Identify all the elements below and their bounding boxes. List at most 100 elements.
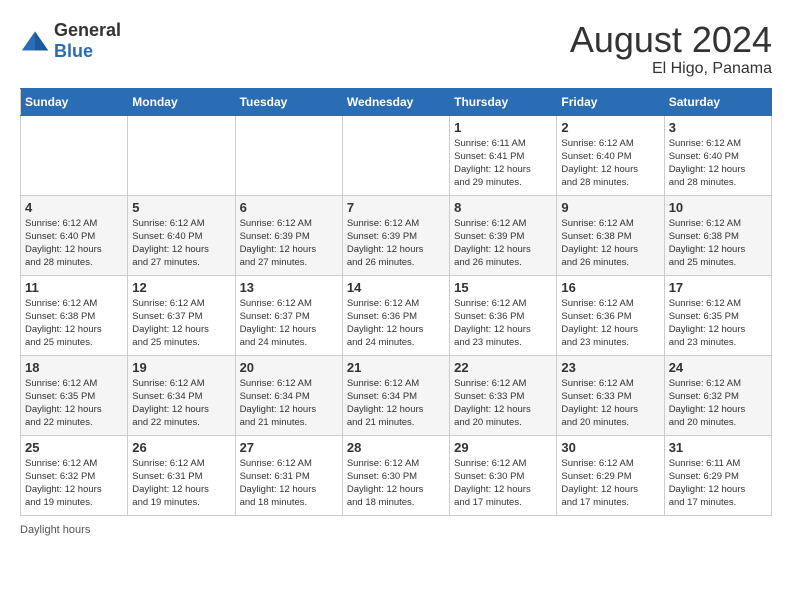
day-number: 20 [240,360,338,375]
day-info: Sunrise: 6:12 AM Sunset: 6:36 PM Dayligh… [454,297,552,350]
calendar-cell: 12Sunrise: 6:12 AM Sunset: 6:37 PM Dayli… [128,275,235,355]
page-header: General Blue August 2024 El Higo, Panama [20,20,772,78]
day-number: 21 [347,360,445,375]
day-info: Sunrise: 6:12 AM Sunset: 6:29 PM Dayligh… [561,457,659,510]
day-number: 10 [669,200,767,215]
calendar-cell: 7 Sunrise: 6:12 AM Sunset: 6:39 PM Daylig… [342,195,449,275]
day-number: 18 [25,360,123,375]
calendar-week-row: 11 Sunrise: 6:12 AM Sunset: 6:38 PM Dayli… [21,275,772,355]
day-info: Sunrise: 6:12 AM Sunset: 6:38 PM Dayligh… [25,297,123,350]
day-number: 13 [240,280,338,295]
calendar-cell: 13 Sunrise: 6:12 AM Sunset: 6:37 PM Dayli… [235,275,342,355]
calendar-cell: 23 Sunrise: 6:12 AM Sunset: 6:33 PM Dayli… [557,355,664,435]
day-number: 14 [347,280,445,295]
day-info: Sunrise: 6:12 AM Sunset: 6:37 PM Dayligh… [240,297,338,350]
calendar-week-row: 4 Sunrise: 6:12 AM Sunset: 6:40 PM Daylig… [21,195,772,275]
day-number: 16 [561,280,659,295]
day-number: 22 [454,360,552,375]
day-info: Sunrise: 6:12 AM Sunset: 6:33 PM Dayligh… [454,377,552,430]
day-number: 7 [347,200,445,215]
day-info: Sunrise: 6:12 AM Sunset: 6:40 PM Dayligh… [561,137,659,190]
day-info: Sunrise: 6:12 AM Sunset: 6:32 PM Dayligh… [25,457,123,510]
calendar-cell: 17Sunrise: 6:12 AM Sunset: 6:35 PM Dayli… [664,275,771,355]
day-info: Sunrise: 6:12 AM Sunset: 6:31 PM Dayligh… [240,457,338,510]
calendar-cell: 19 Sunrise: 6:12 AM Sunset: 6:34 PM Dayli… [128,355,235,435]
day-number: 1 [454,120,552,135]
calendar-cell: 6 Sunrise: 6:12 AM Sunset: 6:39 PM Daylig… [235,195,342,275]
calendar-cell: 26Sunrise: 6:12 AM Sunset: 6:31 PM Dayli… [128,435,235,515]
logo: General Blue [20,20,121,62]
calendar-cell: 25 Sunrise: 6:12 AM Sunset: 6:32 PM Dayli… [21,435,128,515]
daylight-label: Daylight hours [20,524,90,536]
day-info: Sunrise: 6:11 AM Sunset: 6:41 PM Dayligh… [454,137,552,190]
calendar-cell: 16 Sunrise: 6:12 AM Sunset: 6:36 PM Dayli… [557,275,664,355]
day-info: Sunrise: 6:12 AM Sunset: 6:31 PM Dayligh… [132,457,230,510]
day-info: Sunrise: 6:12 AM Sunset: 6:32 PM Dayligh… [669,377,767,430]
day-number: 30 [561,440,659,455]
calendar-week-row: 1 Sunrise: 6:11 AM Sunset: 6:41 PM Daylig… [21,115,772,195]
day-info: Sunrise: 6:12 AM Sunset: 6:35 PM Dayligh… [25,377,123,430]
day-number: 27 [240,440,338,455]
day-info: Sunrise: 6:12 AM Sunset: 6:36 PM Dayligh… [347,297,445,350]
calendar-header-row: SundayMondayTuesdayWednesdayThursdayFrid… [21,88,772,115]
logo-general: General [54,20,121,40]
calendar-day-header: Friday [557,88,664,115]
calendar-cell: 15 Sunrise: 6:12 AM Sunset: 6:36 PM Dayli… [450,275,557,355]
calendar-cell: 21 Sunrise: 6:12 AM Sunset: 6:34 PM Dayli… [342,355,449,435]
day-number: 23 [561,360,659,375]
day-info: Sunrise: 6:12 AM Sunset: 6:34 PM Dayligh… [347,377,445,430]
calendar-day-header: Wednesday [342,88,449,115]
calendar-cell: 4 Sunrise: 6:12 AM Sunset: 6:40 PM Daylig… [21,195,128,275]
day-info: Sunrise: 6:12 AM Sunset: 6:40 PM Dayligh… [132,217,230,270]
calendar-cell: 1 Sunrise: 6:11 AM Sunset: 6:41 PM Daylig… [450,115,557,195]
day-number: 17 [669,280,767,295]
calendar-cell: 28Sunrise: 6:12 AM Sunset: 6:30 PM Dayli… [342,435,449,515]
day-number: 24 [669,360,767,375]
calendar-cell: 31 Sunrise: 6:11 AM Sunset: 6:29 PM Dayli… [664,435,771,515]
day-number: 31 [669,440,767,455]
calendar-cell: 11 Sunrise: 6:12 AM Sunset: 6:38 PM Dayli… [21,275,128,355]
day-number: 29 [454,440,552,455]
day-info: Sunrise: 6:12 AM Sunset: 6:39 PM Dayligh… [347,217,445,270]
day-info: Sunrise: 6:12 AM Sunset: 6:39 PM Dayligh… [454,217,552,270]
day-number: 11 [25,280,123,295]
calendar-cell: 5 Sunrise: 6:12 AM Sunset: 6:40 PM Daylig… [128,195,235,275]
calendar-cell: 24 Sunrise: 6:12 AM Sunset: 6:32 PM Dayli… [664,355,771,435]
logo-blue: Blue [54,41,93,61]
day-number: 25 [25,440,123,455]
day-number: 15 [454,280,552,295]
day-number: 6 [240,200,338,215]
day-info: Sunrise: 6:12 AM Sunset: 6:37 PM Dayligh… [132,297,230,350]
day-info: Sunrise: 6:12 AM Sunset: 6:40 PM Dayligh… [25,217,123,270]
calendar-week-row: 18 Sunrise: 6:12 AM Sunset: 6:35 PM Dayli… [21,355,772,435]
calendar-cell: 20 Sunrise: 6:12 AM Sunset: 6:34 PM Dayli… [235,355,342,435]
calendar-day-header: Tuesday [235,88,342,115]
calendar-day-header: Sunday [21,88,128,115]
calendar-cell: 10Sunrise: 6:12 AM Sunset: 6:38 PM Dayli… [664,195,771,275]
calendar-day-header: Saturday [664,88,771,115]
day-info: Sunrise: 6:12 AM Sunset: 6:39 PM Dayligh… [240,217,338,270]
day-info: Sunrise: 6:12 AM Sunset: 6:34 PM Dayligh… [132,377,230,430]
calendar-week-row: 25 Sunrise: 6:12 AM Sunset: 6:32 PM Dayli… [21,435,772,515]
day-number: 8 [454,200,552,215]
day-number: 5 [132,200,230,215]
calendar-cell [235,115,342,195]
title-block: August 2024 El Higo, Panama [570,20,772,78]
day-number: 19 [132,360,230,375]
calendar-cell [21,115,128,195]
day-number: 4 [25,200,123,215]
logo-icon [20,30,50,52]
calendar-table: SundayMondayTuesdayWednesdayThursdayFrid… [20,88,772,516]
calendar-cell: 8 Sunrise: 6:12 AM Sunset: 6:39 PM Daylig… [450,195,557,275]
day-info: Sunrise: 6:11 AM Sunset: 6:29 PM Dayligh… [669,457,767,510]
day-info: Sunrise: 6:12 AM Sunset: 6:36 PM Dayligh… [561,297,659,350]
day-info: Sunrise: 6:12 AM Sunset: 6:30 PM Dayligh… [347,457,445,510]
calendar-day-header: Thursday [450,88,557,115]
day-info: Sunrise: 6:12 AM Sunset: 6:34 PM Dayligh… [240,377,338,430]
calendar-cell: 30 Sunrise: 6:12 AM Sunset: 6:29 PM Dayli… [557,435,664,515]
calendar-cell: 2Sunrise: 6:12 AM Sunset: 6:40 PM Daylig… [557,115,664,195]
page-subtitle: El Higo, Panama [570,60,772,78]
page-title: August 2024 [570,20,772,60]
day-number: 3 [669,120,767,135]
day-info: Sunrise: 6:12 AM Sunset: 6:33 PM Dayligh… [561,377,659,430]
